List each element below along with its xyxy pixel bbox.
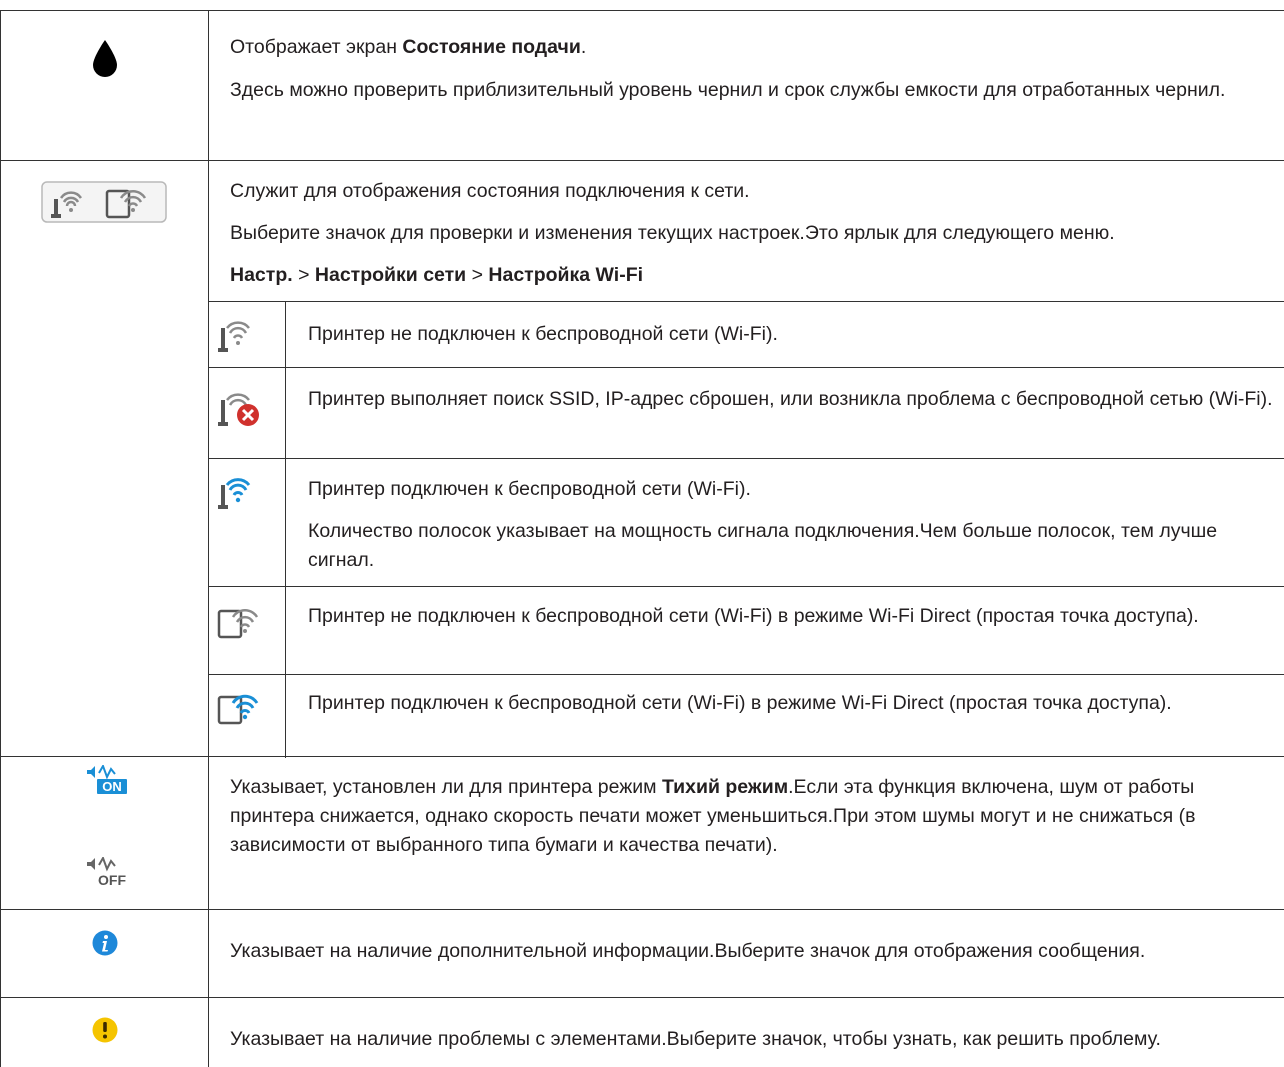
warning-icon (92, 1017, 118, 1043)
menu-path-item-settings: Настр. (230, 264, 293, 286)
subrow-wifi-error: Принтер выполняет поиск SSID, IP-адрес с… (209, 367, 1284, 459)
subrow-wifi-disconnected: Принтер не подключен к беспроводной сети… (209, 301, 1284, 368)
row-info: Указывает на наличие дополнительной инфо… (0, 909, 1284, 998)
wifi-connected-text: Принтер подключен к беспроводной сети (W… (308, 478, 751, 500)
subrow-wifi-direct-connected: Принтер подключен к беспроводной сети (W… (209, 674, 1284, 758)
supply-description: Отображает экран Состояние подачи. (230, 36, 587, 58)
network-status-icon (41, 181, 167, 223)
quiet-mode-description: Указывает, установлен ли для принтера ре… (230, 776, 1196, 856)
menu-path: Настр. > Настройки сети > Настройка Wi-F… (230, 264, 644, 286)
wifi-direct-connected-text: Принтер подключен к беспроводной сети (W… (308, 692, 1172, 714)
subrow-wifi-connected: Принтер подключен к беспроводной сети (W… (209, 458, 1284, 587)
ink-drop-icon (93, 40, 117, 77)
signal-strength-text: Количество полосок указывает на мощность… (308, 520, 1218, 571)
wifi-connected-icon (218, 478, 251, 509)
quiet-mode-name: Тихий режим (662, 776, 789, 798)
quiet-on-label: ON (102, 779, 122, 794)
row-quiet-mode: ON OFF Указывает, установлен ли для прин… (0, 756, 1284, 910)
wifi-disconnected-text: Принтер не подключен к беспроводной сети… (308, 323, 778, 345)
wifi-disconnected-icon (218, 321, 250, 352)
info-icon (92, 930, 118, 956)
quiet-off-label: OFF (98, 872, 126, 887)
status-icons-table: Отображает экран Состояние подачи. Здесь… (0, 10, 1284, 1067)
row-warning: Указывает на наличие проблемы с элемента… (0, 997, 1284, 1067)
supply-status-screen-name: Состояние подачи (402, 36, 581, 58)
wifi-direct-disconnected-text: Принтер не подключен к беспроводной сети… (308, 605, 1199, 627)
wifi-direct-connected-icon (217, 694, 259, 725)
wifi-direct-disconnected-icon (217, 608, 259, 639)
row-network-status: Служит для отображения состояния подключ… (0, 160, 1284, 758)
row-supply-status: Отображает экран Состояние подачи. Здесь… (0, 10, 1284, 161)
wifi-error-icon (218, 393, 259, 426)
network-detail: Выберите значок для проверки и изменения… (230, 222, 1115, 244)
menu-path-item-wifi-setup: Настройка Wi-Fi (488, 264, 644, 286)
wifi-error-text: Принтер выполняет поиск SSID, IP-адрес с… (308, 388, 1273, 410)
info-description: Указывает на наличие дополнительной инфо… (230, 940, 1146, 962)
quiet-mode-on-icon: ON (87, 765, 127, 794)
supply-detail: Здесь можно проверить приблизительный ур… (230, 79, 1226, 101)
warning-description: Указывает на наличие проблемы с элемента… (230, 1028, 1161, 1050)
subrow-wifi-direct-disconnected: Принтер не подключен к беспроводной сети… (209, 586, 1284, 675)
network-description: Служит для отображения состояния подключ… (230, 180, 750, 202)
quiet-mode-off-icon: OFF (87, 857, 126, 887)
menu-path-item-network-settings: Настройки сети (314, 264, 467, 286)
